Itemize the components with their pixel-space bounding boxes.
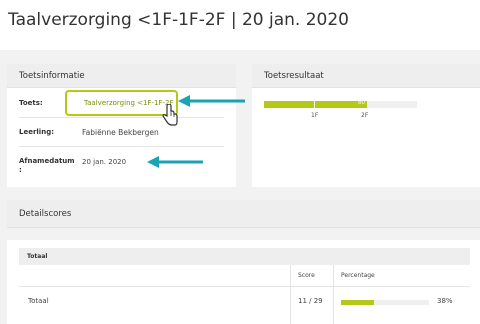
- percentage-bar-fill: [341, 300, 375, 305]
- test-info-header: Toetsinformatie: [7, 64, 236, 88]
- date-label: Afnamedatum :: [19, 157, 75, 174]
- table-row-percentage: 38%: [437, 297, 453, 305]
- table-title: Totaal: [19, 248, 470, 265]
- table-row-score: 11 / 29: [298, 297, 323, 305]
- col-percentage-header: Percentage: [341, 272, 375, 279]
- table-row-label: Totaal: [28, 297, 49, 305]
- marker-1f: 1F: [311, 112, 319, 119]
- date-value: 20 jan. 2020: [82, 158, 127, 166]
- arrow-left-icon: [178, 95, 245, 107]
- result-level-fill: [264, 101, 367, 108]
- detail-table: Totaal Score Percentage Totaal 11 / 29 3…: [7, 240, 480, 324]
- detail-scores-header: Detailscores: [7, 200, 480, 228]
- col-score-header: Score: [298, 272, 315, 279]
- divider: [290, 265, 291, 324]
- divider: [19, 286, 470, 287]
- test-label: Toets:: [19, 99, 43, 107]
- test-result-card: Toetsresultaat: [252, 64, 480, 187]
- marker-2f: 2F: [361, 112, 369, 119]
- result-level-track: 80: [264, 100, 417, 108]
- arrow-left-icon: [147, 156, 203, 168]
- student-value: Fabiënne Bekbergen: [82, 128, 159, 137]
- info-row-student: Leerling: Fabiënne Bekbergen: [19, 117, 224, 147]
- level-divider: [314, 101, 315, 108]
- student-label: Leerling:: [19, 128, 54, 136]
- percentage-bar: [341, 300, 429, 305]
- result-level-value: 80: [358, 100, 365, 106]
- detail-scores-card: Detailscores: [7, 200, 480, 228]
- divider: [333, 265, 334, 324]
- test-result-header: Toetsresultaat: [252, 64, 480, 88]
- page-title: Taalverzorging <1F-1F-2F | 20 jan. 2020: [8, 10, 349, 30]
